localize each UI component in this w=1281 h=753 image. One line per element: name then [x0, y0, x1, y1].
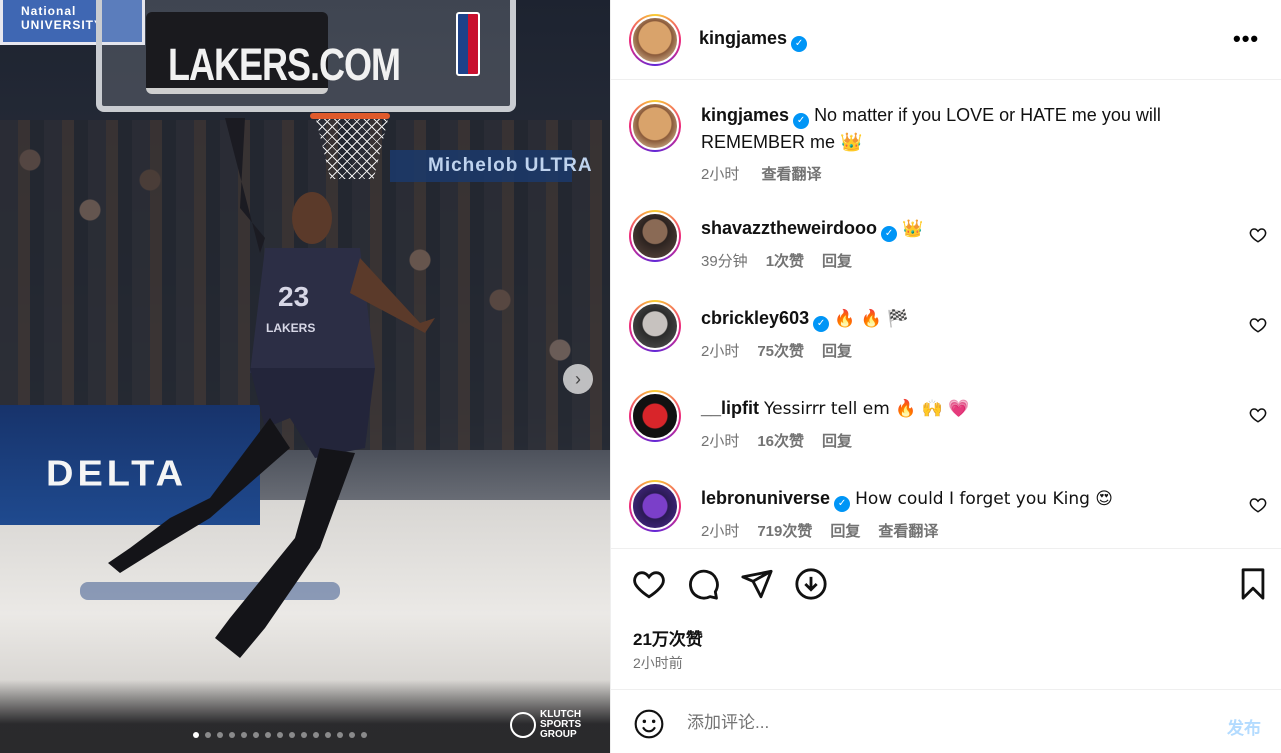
caption-text: kingjames ✓ No matter if you LOVE or HATE…: [701, 102, 1221, 155]
carousel-dot: [241, 732, 247, 738]
carousel-dot: [193, 732, 199, 738]
post-button[interactable]: 发布: [1227, 714, 1261, 739]
comment-heart-icon[interactable]: [1249, 226, 1267, 244]
carousel-dot: [265, 732, 271, 738]
comment-likes[interactable]: 16次赞: [757, 433, 804, 450]
carousel-dot: [337, 732, 343, 738]
comment-text: __lipfit Yessirrr tell em 🔥 🙌 💗: [701, 395, 1221, 422]
carousel-dot: [205, 732, 211, 738]
heart-icon[interactable]: [632, 567, 666, 601]
comment-time: 2小时: [701, 433, 740, 450]
comment-body: 🔥 🔥 🏁: [834, 309, 909, 329]
carousel-dot: [313, 732, 319, 738]
send-icon[interactable]: [740, 567, 774, 601]
comment-meta: 2小时 16次赞 回复: [701, 430, 870, 451]
carousel-dots: [193, 732, 367, 738]
comment-text: lebronuniverse ✓ How could I forget you K…: [701, 485, 1221, 512]
author-username[interactable]: kingjames ✓: [699, 28, 808, 52]
jersey-number: 23: [278, 281, 309, 312]
klutch-mark-icon: [510, 712, 536, 738]
comment-body: Yessirrr tell em 🔥 🙌 💗: [764, 399, 970, 419]
reply-button[interactable]: 回复: [822, 253, 852, 270]
carousel-dot: [361, 732, 367, 738]
action-bar: 21万次赞 2小时前: [611, 548, 1281, 689]
caption-username[interactable]: kingjames: [701, 105, 789, 125]
commenter-avatar[interactable]: [629, 300, 681, 352]
commenter-avatar[interactable]: [629, 390, 681, 442]
comments-list[interactable]: kingjames ✓ No matter if you LOVE or HATE…: [611, 80, 1281, 548]
translate-link[interactable]: 查看翻译: [878, 523, 938, 540]
likes-count[interactable]: 21万次赞: [633, 625, 703, 650]
commenter-username[interactable]: cbrickley603: [701, 308, 809, 328]
translate-link[interactable]: 查看翻译: [762, 166, 822, 183]
nba-logo: [456, 12, 480, 76]
verified-badge-icon: ✓: [793, 113, 810, 129]
reply-button[interactable]: 回复: [830, 523, 860, 540]
lakers-sign-text: LAKERS.COM: [168, 38, 401, 90]
commenter-username[interactable]: __lipfit: [701, 398, 759, 418]
reply-button[interactable]: 回复: [822, 433, 852, 450]
comment-time: 2小时: [701, 343, 740, 360]
comment-text: shavazztheweirdooo ✓ 👑: [701, 215, 1221, 242]
caption-time: 2小时: [701, 166, 740, 183]
comment-heart-icon[interactable]: [1249, 316, 1267, 334]
comment-text: cbrickley603 ✓ 🔥 🔥 🏁: [701, 305, 1221, 332]
comment-body: How could I forget you King 😍: [855, 489, 1114, 509]
carousel-next-button[interactable]: ›: [563, 364, 593, 394]
player-silhouette: 23 LAKERS: [108, 118, 435, 658]
author-avatar[interactable]: [629, 14, 681, 66]
caption-meta: 2小时 查看翻译: [701, 163, 840, 184]
comment-time: 2小时: [701, 523, 740, 540]
reply-button[interactable]: 回复: [822, 343, 852, 360]
comment-likes[interactable]: 75次赞: [757, 343, 804, 360]
carousel-dot: [229, 732, 235, 738]
more-options-icon[interactable]: •••: [1233, 26, 1259, 52]
post-media[interactable]: National UNIVERSITY LAKERS.COM Michelob …: [0, 0, 610, 753]
caption-avatar[interactable]: [629, 100, 681, 152]
klutch-line-3: GROUP: [540, 729, 577, 740]
verified-badge-icon: ✓: [813, 316, 830, 332]
carousel-dot: [349, 732, 355, 738]
comment-body: 👑: [902, 219, 924, 239]
download-icon[interactable]: [794, 567, 828, 601]
post-time: 2小时前: [633, 655, 683, 671]
bookmark-icon[interactable]: [1236, 567, 1270, 601]
comment-composer: 发布: [611, 689, 1281, 753]
smile-icon[interactable]: [633, 708, 665, 740]
post-details-panel: kingjames ✓ ••• kingjames ✓ No matter if y…: [610, 0, 1281, 753]
commenter-username[interactable]: lebronuniverse: [701, 488, 830, 508]
verified-badge-icon: ✓: [791, 36, 808, 52]
jersey-team: LAKERS: [266, 321, 315, 335]
commenter-username[interactable]: shavazztheweirdooo: [701, 218, 877, 238]
comment-input[interactable]: [687, 708, 1207, 738]
comment-heart-icon[interactable]: [1249, 496, 1267, 514]
carousel-dot: [277, 732, 283, 738]
lakers-sign: LAKERS.COM: [146, 12, 401, 94]
comment-meta: 39分钟 1次赞 回复: [701, 250, 870, 271]
comment-time: 39分钟: [701, 253, 748, 270]
comment-meta: 2小时 75次赞 回复: [701, 340, 870, 361]
commenter-avatar[interactable]: [629, 480, 681, 532]
comment-icon[interactable]: [686, 567, 720, 601]
carousel-dot: [217, 732, 223, 738]
sponsor-board-text: National UNIVERSITY: [21, 4, 104, 32]
carousel-dot: [325, 732, 331, 738]
comment-heart-icon[interactable]: [1249, 406, 1267, 424]
comment-meta: 2小时 719次赞 回复 查看翻译: [701, 520, 956, 541]
comment-likes[interactable]: 719次赞: [757, 523, 812, 540]
post-header: kingjames ✓ •••: [611, 0, 1281, 80]
carousel-dot: [301, 732, 307, 738]
comment-likes[interactable]: 1次赞: [766, 253, 804, 270]
carousel-dot: [289, 732, 295, 738]
verified-badge-icon: ✓: [834, 496, 851, 512]
klutch-logo: KLUTCH SPORTS GROUP: [510, 710, 600, 742]
commenter-avatar[interactable]: [629, 210, 681, 262]
verified-badge-icon: ✓: [881, 226, 898, 242]
carousel-dot: [253, 732, 259, 738]
